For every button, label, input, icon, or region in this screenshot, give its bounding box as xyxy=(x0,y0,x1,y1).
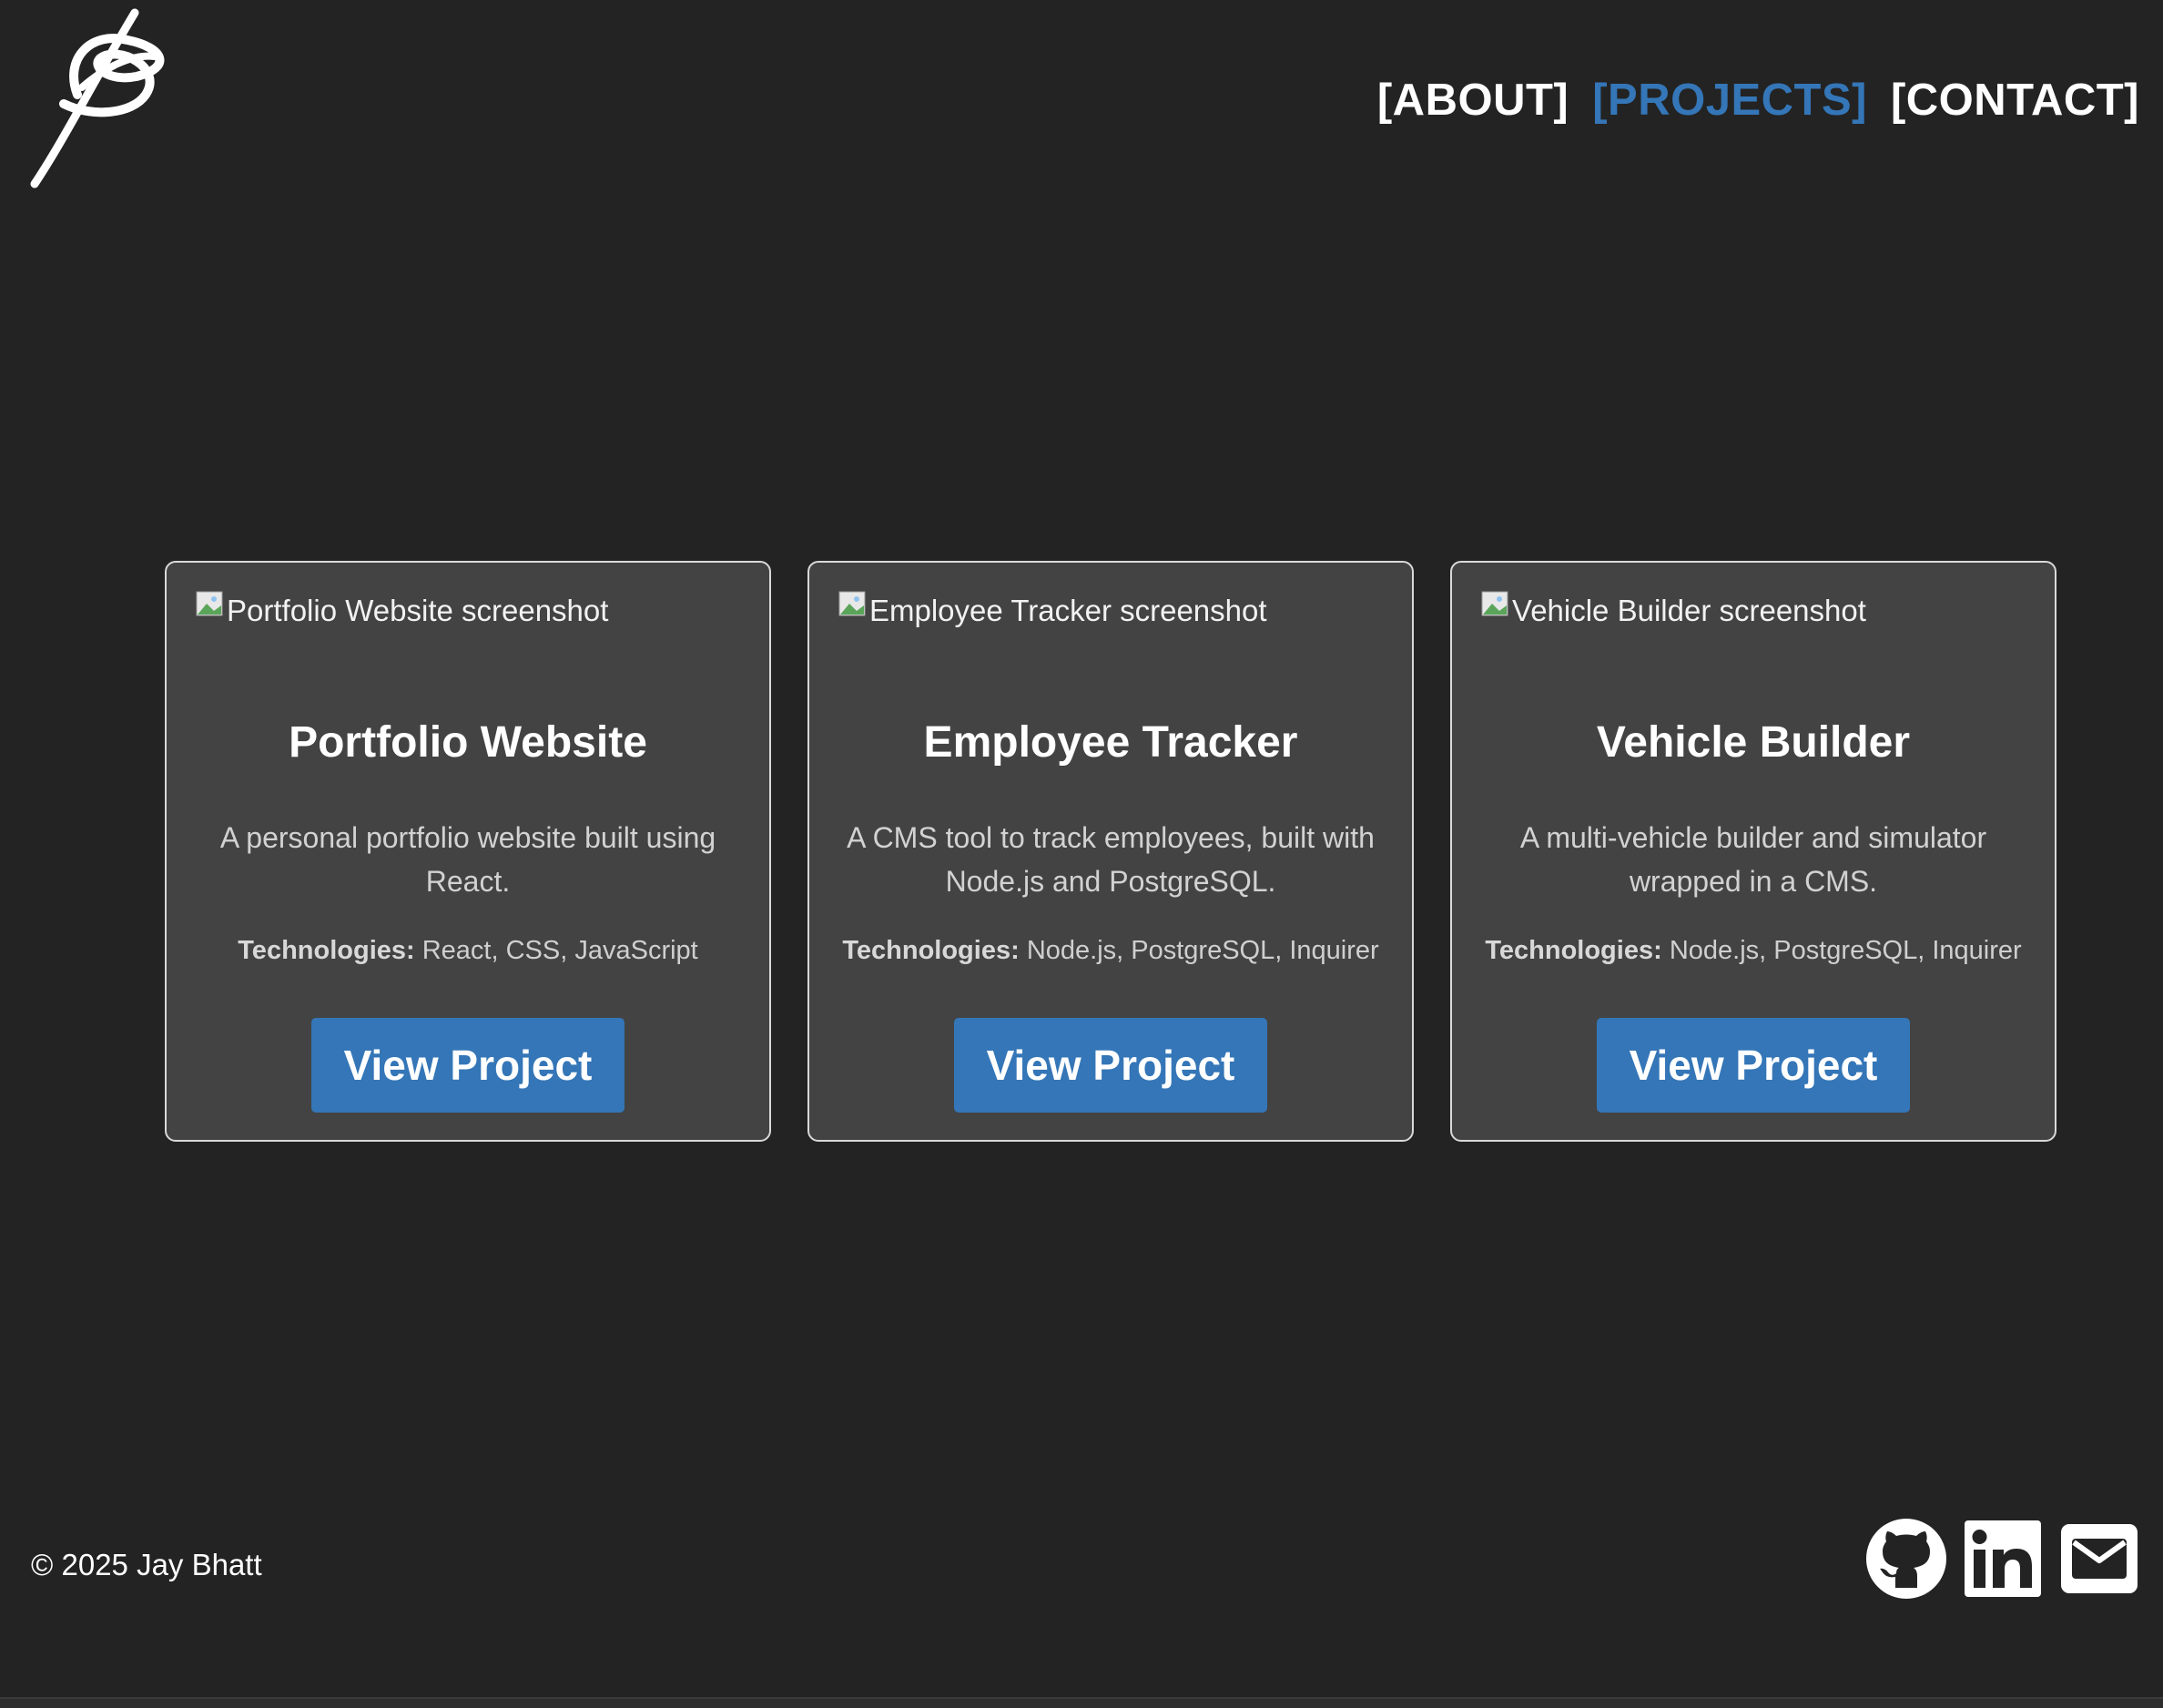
email-icon[interactable] xyxy=(2059,1519,2139,1599)
window-bottom-edge xyxy=(0,1697,2163,1708)
project-description: A CMS tool to track employees, built wit… xyxy=(847,821,1375,898)
signature-logo[interactable] xyxy=(27,4,182,190)
project-image: Vehicle Builder screenshot xyxy=(1481,591,1866,628)
project-card-vehicle-builder: Vehicle Builder screenshot Vehicle Build… xyxy=(1450,561,2056,1142)
project-description: A personal portfolio website built using… xyxy=(219,821,716,898)
project-image: Employee Tracker screenshot xyxy=(838,591,1267,628)
technologies-value: Node.js, PostgreSQL, Inquirer xyxy=(1669,936,2022,965)
project-image-alt: Portfolio Website screenshot xyxy=(227,594,609,627)
nav-contact[interactable]: [CONTACT] xyxy=(1891,75,2139,126)
view-project-button[interactable]: View Project xyxy=(1597,1018,1910,1113)
technologies-label: Technologies: xyxy=(1485,936,1662,965)
project-image-alt: Vehicle Builder screenshot xyxy=(1512,594,1866,627)
nav-about[interactable]: [ABOUT] xyxy=(1377,75,1569,126)
technologies-label: Technologies: xyxy=(238,936,415,965)
project-technologies: Technologies: React, CSS, JavaScript xyxy=(167,936,769,966)
github-icon[interactable] xyxy=(1866,1519,1946,1599)
view-project-button[interactable]: View Project xyxy=(954,1018,1267,1113)
project-card-employee-tracker: Employee Tracker screenshot Employee Tra… xyxy=(807,561,1414,1142)
project-description: A multi-vehicle builder and simulator wr… xyxy=(1519,821,1987,898)
social-links xyxy=(1866,1519,2139,1599)
project-image-alt: Employee Tracker screenshot xyxy=(869,594,1267,627)
broken-image-icon xyxy=(196,591,223,616)
project-technologies: Technologies: Node.js, PostgreSQL, Inqui… xyxy=(1452,936,2055,966)
nav-projects[interactable]: [PROJECTS] xyxy=(1592,75,1867,126)
footer-copyright: © 2025 Jay Bhatt xyxy=(31,1548,262,1581)
project-title: Portfolio Website xyxy=(289,718,647,767)
project-card-portfolio: Portfolio Website screenshot Portfolio W… xyxy=(165,561,771,1142)
project-title: Vehicle Builder xyxy=(1596,718,1911,767)
projects-page: [ABOUT] [PROJECTS] [CONTACT] Portfolio W… xyxy=(0,0,2163,1697)
broken-image-icon xyxy=(1481,591,1508,616)
technologies-value: React, CSS, JavaScript xyxy=(421,936,698,965)
project-cards: Portfolio Website screenshot Portfolio W… xyxy=(165,561,2056,1142)
technologies-label: Technologies: xyxy=(842,936,1020,965)
broken-image-icon xyxy=(838,591,866,616)
main-nav: [ABOUT] [PROJECTS] [CONTACT] xyxy=(1377,75,2139,126)
linkedin-icon[interactable] xyxy=(1963,1519,2043,1599)
project-technologies: Technologies: Node.js, PostgreSQL, Inqui… xyxy=(809,936,1412,966)
technologies-value: Node.js, PostgreSQL, Inquirer xyxy=(1026,936,1379,965)
project-image: Portfolio Website screenshot xyxy=(196,591,609,628)
view-project-button[interactable]: View Project xyxy=(311,1018,625,1113)
project-title: Employee Tracker xyxy=(923,718,1298,767)
